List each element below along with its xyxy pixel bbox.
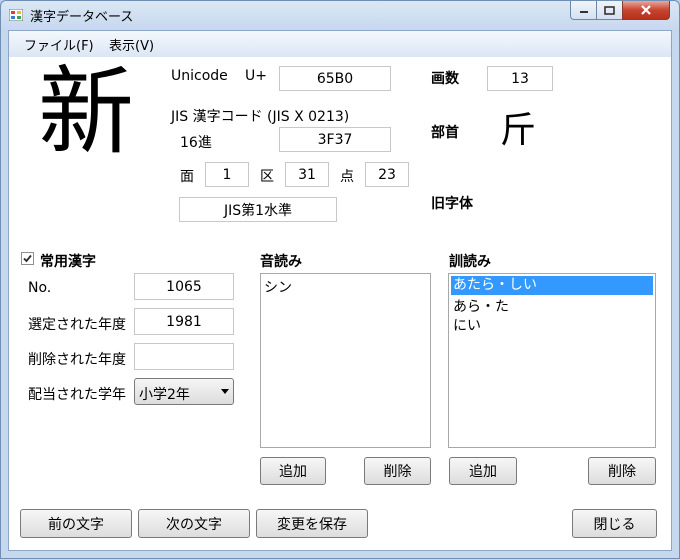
men-field[interactable]: 1: [205, 162, 249, 187]
removed-year-field[interactable]: [134, 343, 234, 370]
checkmark-icon: [23, 254, 32, 263]
prev-char-button[interactable]: 前の文字: [20, 509, 132, 538]
menu-view[interactable]: 表示(V): [109, 35, 154, 54]
no-field[interactable]: 1065: [134, 273, 234, 300]
maximize-icon: [604, 5, 615, 15]
joyo-label: 常用漢字: [40, 254, 96, 270]
kun-reading-label: 訓読み: [449, 254, 491, 270]
ten-label: 点: [340, 169, 354, 185]
unicode-label: Unicode: [171, 68, 228, 84]
kun-reading-list[interactable]: あたら・しい あら・た にい: [448, 273, 656, 448]
selected-year-field[interactable]: 1981: [134, 308, 234, 335]
strokes-field[interactable]: 13: [487, 66, 553, 91]
window-title: 漢字データベース: [30, 10, 134, 25]
jis-heading: JIS 漢字コード (JIS X 0213): [171, 109, 350, 125]
close-button[interactable]: 閉じる: [572, 509, 657, 538]
menu-file[interactable]: ファイル(F): [24, 35, 94, 54]
radical-label: 部首: [431, 125, 459, 141]
selected-year-label: 選定された年度: [28, 317, 126, 333]
list-item[interactable]: シン: [264, 277, 292, 297]
chevron-down-icon: [221, 389, 229, 394]
joyo-checkbox[interactable]: [21, 252, 34, 265]
minimize-icon: [579, 11, 588, 13]
unicode-prefix: U+: [245, 68, 267, 84]
list-item[interactable]: あら・た: [453, 296, 509, 316]
list-item-selected[interactable]: あたら・しい: [451, 276, 653, 295]
radical-value: 斤: [500, 110, 537, 151]
list-item[interactable]: にい: [453, 315, 481, 335]
kanji-display: 新: [38, 56, 134, 168]
kun-delete-button[interactable]: 削除: [588, 457, 656, 485]
on-reading-label: 音読み: [260, 254, 302, 270]
close-icon: [641, 5, 651, 15]
old-form-label: 旧字体: [431, 196, 473, 212]
minimize-button[interactable]: [570, 1, 597, 20]
removed-year-label: 削除された年度: [28, 352, 126, 368]
men-label: 面: [180, 169, 194, 185]
strokes-label: 画数: [431, 71, 459, 87]
app-icon: [9, 9, 23, 21]
grade-value: 小学2年: [139, 387, 190, 403]
on-delete-button[interactable]: 削除: [364, 457, 431, 485]
hex-label: 16進: [180, 135, 212, 151]
maximize-button[interactable]: [596, 1, 623, 20]
save-changes-button[interactable]: 変更を保存: [256, 509, 368, 538]
ku-field[interactable]: 31: [285, 162, 329, 187]
unicode-field[interactable]: 65B0: [279, 66, 391, 91]
no-label: No.: [28, 280, 52, 296]
ten-field[interactable]: 23: [365, 162, 409, 187]
grade-label: 配当された学年: [28, 387, 126, 403]
jis-hex-field[interactable]: 3F37: [279, 127, 391, 152]
kun-add-button[interactable]: 追加: [449, 457, 517, 485]
close-window-button[interactable]: [622, 1, 670, 20]
on-reading-list[interactable]: シン: [260, 273, 431, 448]
jis-level-field[interactable]: JIS第1水準: [179, 197, 337, 222]
on-add-button[interactable]: 追加: [260, 457, 326, 485]
grade-dropdown[interactable]: 小学2年: [134, 378, 234, 405]
ku-label: 区: [260, 169, 274, 185]
next-char-button[interactable]: 次の文字: [138, 509, 250, 538]
